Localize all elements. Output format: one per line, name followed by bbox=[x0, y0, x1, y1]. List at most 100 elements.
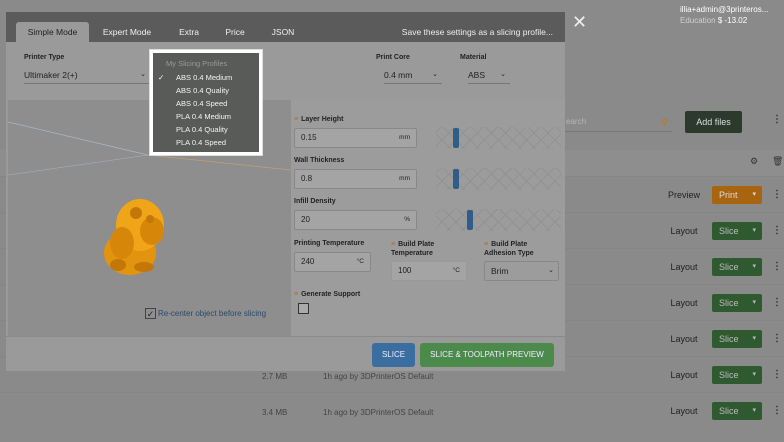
slider-thumb[interactable] bbox=[467, 210, 473, 230]
settings-icon[interactable]: ⚙ bbox=[750, 156, 758, 167]
material-label: Material bbox=[460, 54, 487, 61]
chevron-down-icon: ⌄ bbox=[140, 71, 146, 78]
row-link[interactable]: Preview bbox=[664, 190, 704, 200]
infill-density-value: 20 bbox=[301, 215, 310, 224]
layer-height-unit: mm bbox=[399, 134, 410, 141]
layer-height-value: 0.15 bbox=[301, 133, 317, 142]
more-options-icon[interactable]: ⋮ bbox=[772, 333, 782, 344]
row-link[interactable]: Layout bbox=[664, 334, 704, 344]
search-icon[interactable]: ⚲ bbox=[661, 112, 668, 132]
wall-thickness-label: Wall Thickness bbox=[294, 157, 345, 164]
row-action-button[interactable]: Slice ▾ bbox=[712, 366, 762, 384]
adhesion-type-label: ≡ Build Plate Adhesion Type bbox=[484, 241, 534, 257]
modal-footer: SLICE SLICE & TOOLPATH PREVIEW bbox=[6, 336, 565, 371]
wall-thickness-input[interactable]: 0.8 mm bbox=[294, 169, 417, 189]
row-link[interactable]: Layout bbox=[664, 406, 704, 416]
add-files-button[interactable]: Add files bbox=[685, 111, 742, 133]
layer-height-slider[interactable] bbox=[436, 127, 561, 149]
material-select[interactable]: ABS ⌄ bbox=[468, 66, 510, 84]
chevron-down-icon: ▾ bbox=[752, 299, 756, 306]
infill-density-label: Infill Density bbox=[294, 198, 336, 205]
dropdown-item[interactable]: PLA 0.4 Speed bbox=[176, 138, 226, 147]
wall-thickness-unit: mm bbox=[399, 175, 410, 182]
slider-thumb[interactable] bbox=[453, 169, 459, 189]
more-options-icon[interactable]: ⋮ bbox=[772, 261, 782, 272]
tab-json[interactable]: JSON bbox=[265, 22, 301, 42]
tab-simple-mode[interactable]: Simple Mode bbox=[16, 22, 89, 42]
wall-thickness-value: 0.8 bbox=[301, 174, 313, 183]
row-link[interactable]: Layout bbox=[664, 298, 704, 308]
printer-type-value: Ultimaker 2(+) bbox=[24, 70, 78, 80]
printing-temperature-label: Printing Temperature bbox=[294, 240, 365, 247]
more-options-icon[interactable]: ⋮ bbox=[772, 189, 782, 200]
chevron-down-icon: ⌄ bbox=[500, 71, 506, 78]
wall-thickness-slider[interactable] bbox=[436, 168, 561, 190]
save-profile-link[interactable]: Save these settings as a slicing profile… bbox=[402, 22, 553, 42]
chevron-down-icon: ▾ bbox=[752, 371, 756, 378]
generate-support-checkbox[interactable] bbox=[298, 303, 309, 314]
printing-temperature-input[interactable]: 240 °C bbox=[294, 252, 371, 272]
row-link[interactable]: Layout bbox=[664, 370, 704, 380]
print-core-value: 0.4 mm bbox=[384, 70, 413, 80]
checkbox-box[interactable]: ✓ bbox=[145, 308, 156, 319]
adhesion-type-value: Brim bbox=[491, 266, 509, 276]
recenter-label: Re-center object before slicing bbox=[158, 308, 267, 318]
row-action-button[interactable]: Slice ▾ bbox=[712, 258, 762, 276]
infill-density-unit: % bbox=[404, 216, 410, 223]
build-plate-temperature-input[interactable]: 100 °C bbox=[391, 261, 467, 281]
close-icon[interactable]: ✕ bbox=[572, 12, 587, 33]
settings-bars-icon: ≡ bbox=[294, 291, 299, 298]
dropdown-item[interactable]: ABS 0.4 Medium bbox=[176, 73, 232, 82]
tab-expert-mode[interactable]: Expert Mode bbox=[96, 22, 158, 42]
more-options-icon[interactable]: ⋮ bbox=[772, 405, 782, 416]
printer-type-select[interactable]: Ultimaker 2(+) ⌄ bbox=[24, 66, 150, 84]
settings-bars-icon: ≡ bbox=[484, 241, 489, 248]
more-options-icon[interactable]: ⋮ bbox=[772, 225, 782, 236]
row-action-button[interactable]: Print ▾ bbox=[712, 186, 762, 204]
user-balance: $ -13.02 bbox=[717, 16, 748, 25]
file-date: 1h ago by 3DPrinterOS Default bbox=[323, 408, 434, 417]
slider-thumb[interactable] bbox=[453, 128, 459, 148]
tab-extra[interactable]: Extra bbox=[172, 22, 206, 42]
layer-height-input[interactable]: 0.15 mm bbox=[294, 128, 417, 148]
chevron-down-icon: ▾ bbox=[752, 191, 756, 198]
3d-model-duck bbox=[104, 199, 164, 275]
print-core-select[interactable]: 0.4 mm ⌄ bbox=[384, 66, 442, 84]
infill-density-input[interactable]: 20 % bbox=[294, 210, 417, 230]
dropdown-item[interactable]: ABS 0.4 Speed bbox=[176, 99, 227, 108]
row-action-button[interactable]: Slice ▾ bbox=[712, 330, 762, 348]
more-options-icon[interactable]: ⋮ bbox=[772, 369, 782, 380]
printing-temperature-value: 240 bbox=[301, 257, 315, 266]
infill-density-slider[interactable] bbox=[436, 209, 561, 231]
row-link[interactable]: Layout bbox=[664, 262, 704, 272]
trash-icon[interactable]: 🗑 bbox=[772, 156, 783, 167]
search-placeholder: earch bbox=[566, 117, 587, 126]
row-link[interactable]: Layout bbox=[664, 226, 704, 236]
tab-price[interactable]: Price bbox=[219, 22, 251, 42]
more-options-icon[interactable]: ⋮ bbox=[772, 114, 782, 125]
more-options-icon[interactable]: ⋮ bbox=[772, 297, 782, 308]
adhesion-type-select[interactable]: Brim ⌄ bbox=[484, 261, 559, 281]
check-icon: ✓ bbox=[158, 73, 165, 82]
dropdown-item[interactable]: PLA 0.4 Quality bbox=[176, 125, 228, 134]
recenter-checkbox[interactable]: ✓ Re-center object before slicing bbox=[145, 308, 266, 319]
dropdown-item[interactable]: ABS 0.4 Quality bbox=[176, 86, 229, 95]
search-input[interactable]: earch ⚲ bbox=[560, 112, 672, 132]
slice-toolpath-preview-button[interactable]: SLICE & TOOLPATH PREVIEW bbox=[420, 343, 554, 367]
file-size: 2.7 MB bbox=[262, 372, 288, 381]
table-row[interactable]: 3.4 MB 1h ago by 3DPrinterOS Default Layou… bbox=[0, 392, 784, 428]
settings-bars-icon: ≡ bbox=[294, 116, 299, 123]
slice-button[interactable]: SLICE bbox=[372, 343, 415, 367]
printing-temperature-unit: °C bbox=[356, 258, 364, 265]
user-info[interactable]: illia+admin@3printeros... Education $ -1… bbox=[680, 4, 768, 26]
row-action-button[interactable]: Slice ▾ bbox=[712, 222, 762, 240]
chevron-down-icon: ⌄ bbox=[548, 267, 554, 274]
printer-type-label: Printer Type bbox=[24, 54, 65, 61]
slicing-profiles-dropdown: My Slicing Profiles ✓ ABS 0.4 Medium ABS 0… bbox=[150, 50, 262, 155]
dropdown-item[interactable]: PLA 0.4 Medium bbox=[176, 112, 231, 121]
chevron-down-icon: ▾ bbox=[752, 263, 756, 270]
row-action-button[interactable]: Slice ▾ bbox=[712, 294, 762, 312]
chevron-down-icon: ▾ bbox=[752, 335, 756, 342]
row-action-button[interactable]: Slice ▾ bbox=[712, 402, 762, 420]
print-core-label: Print Core bbox=[376, 54, 410, 61]
